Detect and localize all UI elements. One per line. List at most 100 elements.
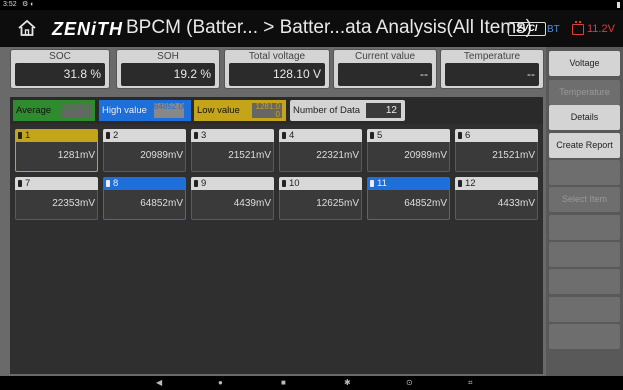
cell-number: 2 — [113, 130, 119, 141]
cell-header: 9 — [191, 177, 274, 190]
cell-voltage: 1281mV — [15, 142, 98, 172]
empty-side-button — [549, 324, 620, 349]
vci-icon[interactable]: ⊙ — [406, 378, 413, 387]
cell-number: 8 — [113, 178, 119, 189]
cell-number: 4 — [289, 130, 295, 141]
battery-cell[interactable]: 12 4433mV — [455, 177, 538, 220]
battery-cell[interactable]: 9 4439mV — [191, 177, 274, 220]
battery-cell[interactable]: 5 20989mV — [367, 129, 450, 172]
cell-voltage: 12625mV — [279, 190, 362, 220]
metric-label: Temperature — [463, 51, 521, 62]
metric-value: 31.8 % — [15, 63, 105, 86]
empty-side-button — [549, 297, 620, 322]
cell-header: 12 — [455, 177, 538, 190]
battery-cell[interactable]: 7 22353mV — [15, 177, 98, 220]
zvci-icon: ZVCI — [508, 22, 546, 36]
cell-number: 3 — [201, 130, 207, 141]
metric-soh: SOH 19.2 % — [116, 49, 220, 89]
battery-cell[interactable]: 4 22321mV — [279, 129, 362, 172]
cell-header: 4 — [279, 129, 362, 142]
cell-header: 8 — [103, 177, 186, 190]
cell-number: 6 — [465, 130, 471, 141]
cell-header: 6 — [455, 129, 538, 142]
cell-number: 7 — [25, 178, 31, 189]
battery-cell[interactable]: 10 12625mV — [279, 177, 362, 220]
metric-label: Total voltage — [248, 51, 306, 62]
status-icons: ⚙ ◐ — [22, 1, 35, 8]
create-report-button[interactable]: Create Report — [549, 133, 620, 158]
screenshot-icon[interactable]: ⌗ — [468, 378, 473, 388]
metric-value: -- — [445, 63, 539, 86]
cell-header: 11 — [367, 177, 450, 190]
android-nav-bar: ◀ ● ■ ✱ ⊙ ⌗ — [0, 376, 623, 390]
side-button-panel: Voltage Temperature Details Create Report Se… — [546, 47, 623, 376]
cell-voltage: 22321mV — [279, 142, 362, 172]
metric-label: Current value — [354, 51, 416, 62]
metric-label: SOH — [157, 51, 179, 62]
voltage-button[interactable]: Voltage — [549, 51, 620, 76]
battery-cell[interactable]: 2 20989mV — [103, 129, 186, 172]
empty-side-button — [549, 215, 620, 240]
metric-value: 19.2 % — [121, 63, 215, 86]
temperature-button: Temperature — [549, 80, 620, 105]
battery-cell[interactable]: 11 64852mV — [367, 177, 450, 220]
average-filter[interactable]: Average 23514.6 7 — [13, 100, 95, 121]
cell-number: 9 — [201, 178, 207, 189]
cell-voltage: 21521mV — [455, 142, 538, 172]
battery-icon — [106, 180, 110, 187]
settings-icon[interactable]: ✱ — [344, 378, 351, 387]
low-value-label: Low value — [197, 105, 240, 116]
details-button[interactable]: Details — [549, 105, 620, 130]
low-value-filter[interactable]: Low value 1281.0 0 — [194, 100, 286, 121]
cell-header: 10 — [279, 177, 362, 190]
zenith-logo: ZENiTH — [52, 19, 123, 39]
home-icon[interactable] — [17, 18, 37, 38]
battery-icon — [458, 180, 462, 187]
metric-value: 128.10 V — [229, 63, 325, 86]
high-value-filter[interactable]: High value 64852.00 — [99, 100, 191, 121]
empty-side-button — [549, 160, 620, 185]
cell-voltage: 21521mV — [191, 142, 274, 172]
back-icon[interactable]: ◀ — [156, 378, 162, 387]
battery-cell[interactable]: 3 21521mV — [191, 129, 274, 172]
metric-current: Current value -- — [333, 49, 437, 89]
cell-voltage: 4439mV — [191, 190, 274, 220]
metric-temperature: Temperature -- — [440, 49, 544, 89]
battery-icon — [370, 180, 374, 187]
cell-voltage: 4433mV — [455, 190, 538, 220]
high-value-label: High value — [102, 105, 147, 116]
cell-voltage: 64852mV — [103, 190, 186, 220]
recent-apps-icon[interactable]: ■ — [281, 378, 286, 387]
cell-number: 12 — [465, 178, 476, 189]
empty-side-button — [549, 269, 620, 294]
data-count-label: Number of Data — [293, 105, 361, 116]
battery-icon — [18, 180, 22, 187]
empty-side-button — [549, 242, 620, 267]
app-root: 3:52 ⚙ ◐ ZENiTH BPCM (Batter... > Batter… — [0, 0, 623, 390]
battery-cell[interactable]: 6 21521mV — [455, 129, 538, 172]
cell-number: 5 — [377, 130, 383, 141]
main-panel: SOC 31.8 % SOH 19.2 % Total voltage 128.… — [0, 47, 623, 376]
battery-icon — [458, 132, 462, 139]
battery-icon — [106, 132, 110, 139]
car-battery-icon — [572, 21, 584, 35]
cell-header: 7 — [15, 177, 98, 190]
cell-number: 11 — [377, 178, 387, 189]
metric-value: -- — [338, 63, 432, 86]
metric-total-voltage: Total voltage 128.10 V — [224, 49, 330, 89]
cell-header: 5 — [367, 129, 450, 142]
average-value: 23514.6 7 — [61, 102, 91, 119]
cell-voltage: 22353mV — [15, 190, 98, 220]
cell-header: 3 — [191, 129, 274, 142]
status-time: 3:52 — [3, 1, 17, 8]
status-bar: 3:52 ⚙ ◐ — [0, 0, 623, 10]
battery-cell[interactable]: 1 1281mV — [15, 129, 98, 172]
battery-icon — [370, 132, 374, 139]
bluetooth-status: BT — [547, 24, 560, 35]
filter-bar: Average 23514.6 7 High value 64852.00 Lo… — [10, 97, 543, 124]
battery-icon — [194, 132, 198, 139]
home-nav-icon[interactable]: ● — [218, 378, 223, 387]
battery-cell[interactable]: 8 64852mV — [103, 177, 186, 220]
data-count-value: 12 — [366, 103, 401, 118]
battery-icon — [282, 132, 286, 139]
